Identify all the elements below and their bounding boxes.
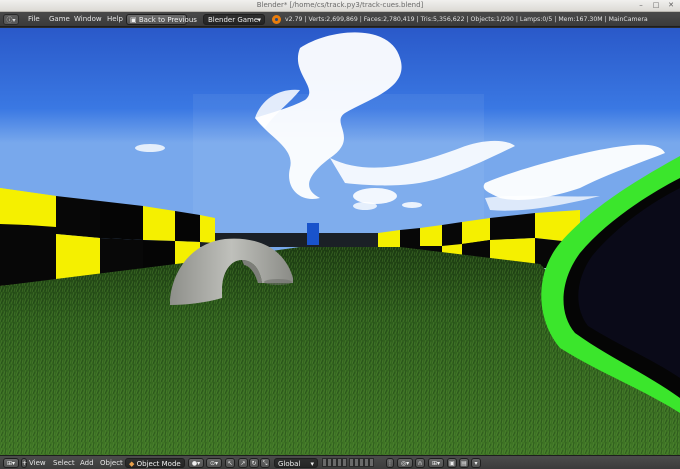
scale-manipulator-icon[interactable]: ⤡ bbox=[260, 458, 270, 468]
layer-buttons[interactable] bbox=[322, 458, 374, 468]
layer-5[interactable] bbox=[342, 458, 347, 467]
menu-add[interactable]: Add bbox=[80, 458, 94, 468]
snap-element-button[interactable]: ⊞▾ bbox=[428, 458, 444, 468]
menu-select[interactable]: Select bbox=[53, 458, 75, 468]
render-engine-label: Blender Game bbox=[208, 16, 259, 24]
menu-game[interactable]: Game bbox=[49, 14, 70, 25]
transform-orientation-select[interactable]: Global ▾ bbox=[274, 458, 318, 468]
manipulator-toggle[interactable]: ↖ bbox=[225, 458, 235, 468]
menu-view[interactable]: View bbox=[29, 458, 46, 468]
back-to-previous-label: Back to Previous bbox=[138, 16, 197, 24]
window-titlebar: Blender* [/home/cs/track.py3/track-cues.… bbox=[0, 0, 680, 12]
opengl-animation-icon[interactable]: ▤ bbox=[459, 458, 469, 468]
mode-select[interactable]: ◆ Object Mode bbox=[125, 458, 185, 468]
info-header: ⓘ▾ File Game Window Help ▣ Back to Previ… bbox=[0, 12, 680, 27]
translate-manipulator-icon[interactable]: ↗ bbox=[238, 458, 248, 468]
render-engine-select[interactable]: Blender Game ▾ bbox=[203, 14, 265, 25]
scene-statistics: v2.79 | Verts:2,699,869 | Faces:2,780,41… bbox=[285, 16, 648, 23]
mode-label: Object Mode bbox=[136, 460, 181, 468]
menu-object[interactable]: Object bbox=[100, 458, 123, 468]
snap-magnet-icon[interactable]: ∩ bbox=[415, 458, 425, 468]
close-button[interactable]: ✕ bbox=[666, 1, 676, 10]
view3d-editor-icon[interactable]: ⊞▾ bbox=[3, 458, 19, 468]
menu-file[interactable]: File bbox=[28, 14, 40, 25]
blender-logo-icon bbox=[272, 15, 281, 24]
menu-window[interactable]: Window bbox=[74, 14, 102, 25]
back-to-previous-button[interactable]: ▣ Back to Previous bbox=[126, 14, 197, 25]
minimize-button[interactable]: – bbox=[636, 1, 646, 10]
opengl-render-icon[interactable]: ▣ bbox=[447, 458, 457, 468]
object-mode-icon: ◆ bbox=[129, 460, 137, 468]
layer-10[interactable] bbox=[369, 458, 374, 467]
orientation-label: Global bbox=[278, 460, 301, 468]
info-editor-icon[interactable]: ⓘ▾ bbox=[3, 14, 19, 25]
fullscreen-icon: ▣ bbox=[130, 16, 139, 24]
pivot-point-button[interactable]: ⊙▾ bbox=[206, 458, 222, 468]
view3d-header: ⊞▾ + View Select Add Object ◆ Object Mod… bbox=[0, 455, 680, 469]
chevron-down-icon: ▾ bbox=[310, 460, 314, 468]
viewport-shading-button[interactable]: ●▾ bbox=[188, 458, 204, 468]
header-collapse-toggle[interactable]: + bbox=[21, 458, 27, 468]
scene-render bbox=[0, 28, 680, 455]
menu-help[interactable]: Help bbox=[107, 14, 123, 25]
3d-viewport[interactable] bbox=[0, 28, 680, 455]
more-tools-icon[interactable]: ▾ bbox=[471, 458, 481, 468]
lock-camera-icon[interactable]: ⋮ bbox=[386, 458, 394, 468]
window-title: Blender* [/home/cs/track.py3/track-cues.… bbox=[256, 1, 424, 9]
chevron-down-icon: ▾ bbox=[257, 16, 261, 24]
proportional-edit-button[interactable]: ◎▾ bbox=[397, 458, 413, 468]
maximize-button[interactable]: □ bbox=[651, 1, 661, 10]
rotate-manipulator-icon[interactable]: ↻ bbox=[249, 458, 259, 468]
